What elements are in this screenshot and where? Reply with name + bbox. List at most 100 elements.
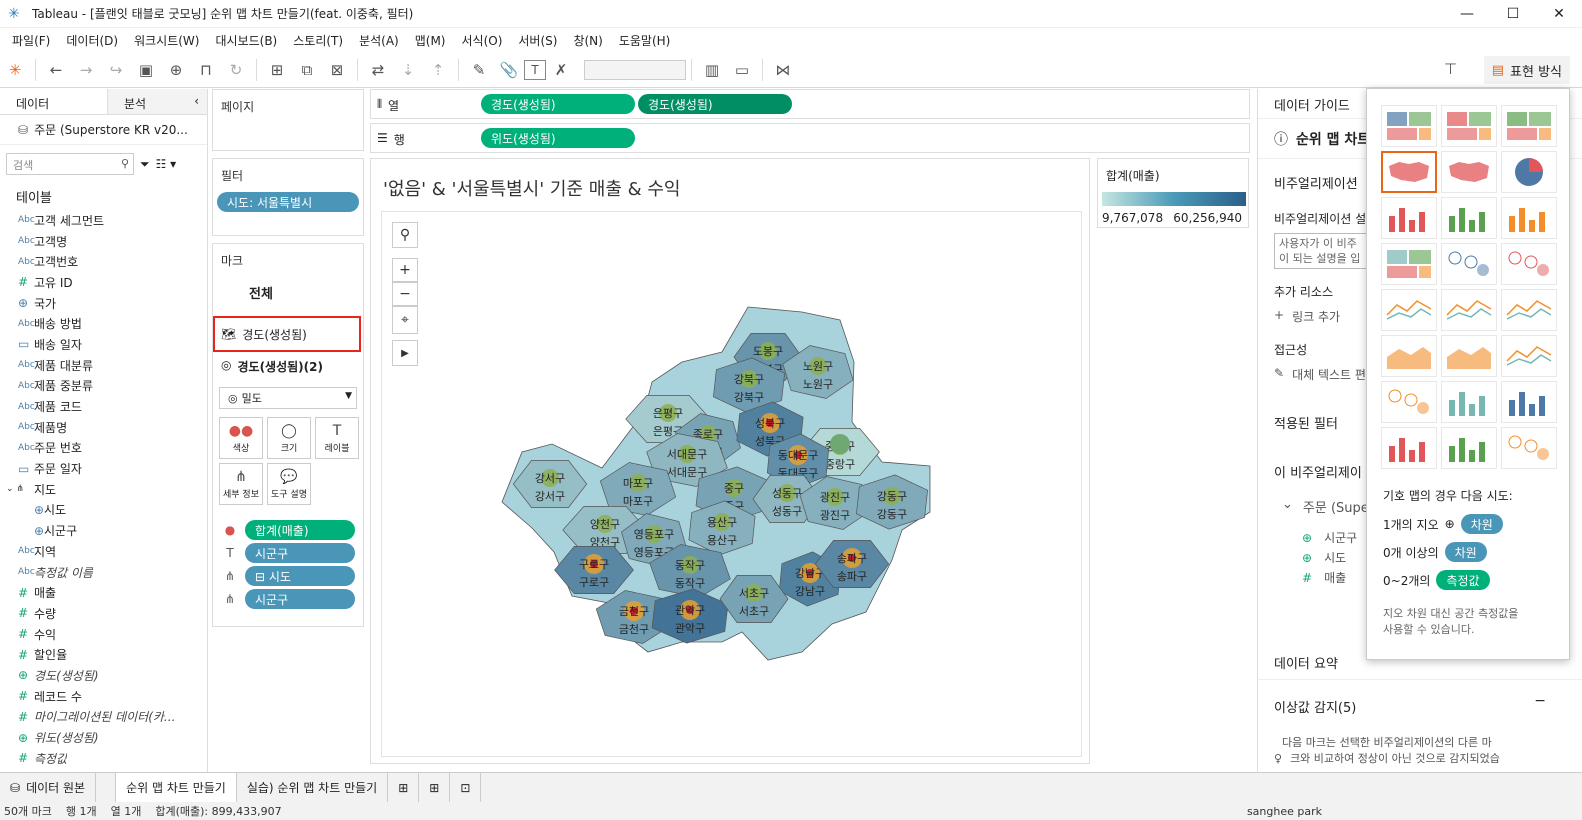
tab-data[interactable]: 데이터 bbox=[0, 89, 108, 114]
marks-all-layer[interactable]: 전체 bbox=[213, 277, 363, 302]
chart-type-pie[interactable] bbox=[1501, 151, 1557, 193]
menu-item[interactable]: 서식(O) bbox=[454, 32, 511, 49]
chart-type-scatter[interactable] bbox=[1381, 381, 1437, 423]
field-item[interactable]: ▭ 주문 일자 bbox=[0, 458, 207, 479]
columns-pill-lon-2[interactable]: 경도(생성됨) bbox=[638, 94, 792, 114]
save-icon[interactable]: ▣ bbox=[131, 56, 161, 84]
show-cards-icon[interactable]: ▥ bbox=[697, 56, 727, 84]
chart-type-box[interactable] bbox=[1501, 381, 1557, 423]
chart-type-stacked[interactable] bbox=[1441, 197, 1497, 239]
field-item[interactable]: # 마이그레이션된 데이터(카... bbox=[0, 707, 207, 728]
density-mark[interactable] bbox=[830, 434, 850, 454]
refresh-icon[interactable]: ↻ bbox=[221, 56, 251, 84]
filter-icon[interactable]: ⏷ bbox=[140, 157, 150, 172]
chart-type-hist[interactable] bbox=[1441, 381, 1497, 423]
field-item[interactable]: # 매출 bbox=[0, 582, 207, 603]
chart-type-heat[interactable] bbox=[1441, 105, 1497, 147]
menu-item[interactable]: 스토리(T) bbox=[285, 32, 351, 49]
tab-sheet-2[interactable]: 실습) 순위 맵 차트 만들기 bbox=[237, 772, 389, 803]
minimize-button[interactable]: — bbox=[1444, 0, 1490, 28]
menu-item[interactable]: 도움말(H) bbox=[611, 32, 679, 49]
field-item[interactable]: ⊕ 국가 bbox=[0, 293, 207, 314]
sort-asc-icon[interactable]: ⇣ bbox=[393, 56, 423, 84]
chart-type-bubbles[interactable] bbox=[1501, 427, 1557, 469]
menu-item[interactable]: 파일(F) bbox=[4, 32, 58, 49]
show-me-button[interactable]: ▤ 표현 방식 bbox=[1483, 56, 1570, 84]
mark-type-dropdown[interactable]: ◎ 밀도 ▼ bbox=[219, 387, 357, 409]
field-item[interactable]: ⊕ 시군구 bbox=[0, 520, 207, 541]
tab-sheet-1[interactable]: 순위 맵 차트 만들기 bbox=[116, 772, 237, 803]
field-item[interactable]: ▭ 배송 일자 bbox=[0, 334, 207, 355]
field-item[interactable]: ⊕ 위도(생성됨) bbox=[0, 727, 207, 748]
field-item[interactable]: ⊕ 경도(생성됨) bbox=[0, 665, 207, 686]
group-icon[interactable]: 📎 bbox=[494, 56, 524, 84]
share-icon[interactable]: ⋈ bbox=[768, 56, 798, 84]
chart-type-table[interactable] bbox=[1381, 105, 1437, 147]
chart-type-area2[interactable] bbox=[1441, 335, 1497, 377]
field-item[interactable]: Abc 주문 번호 bbox=[0, 438, 207, 459]
chart-type-hbar[interactable] bbox=[1381, 197, 1437, 239]
maximize-button[interactable]: ☐ bbox=[1490, 0, 1536, 28]
close-button[interactable]: ✕ bbox=[1536, 0, 1582, 28]
new-worksheet-tab-icon[interactable]: ⊞ bbox=[388, 772, 420, 803]
collapse-outliers-icon[interactable]: − bbox=[1534, 693, 1546, 709]
chart-type-circles[interactable] bbox=[1441, 243, 1497, 285]
rows-pill-lat[interactable]: 위도(생성됨) bbox=[481, 128, 635, 148]
menu-item[interactable]: 분석(A) bbox=[351, 32, 407, 49]
rows-shelf[interactable]: ☰ 행 위도(생성됨) bbox=[370, 123, 1250, 153]
field-item[interactable]: # 레코드 수 bbox=[0, 686, 207, 707]
menu-item[interactable]: 서버(S) bbox=[510, 32, 565, 49]
tab-data-source[interactable]: ⛁ 데이터 원본 bbox=[0, 772, 97, 803]
chart-type-map[interactable] bbox=[1441, 151, 1497, 193]
marks-layer-longitude[interactable]: 🗺 경도(생성됨) bbox=[213, 316, 361, 352]
field-item[interactable]: Abc 제품 대분류 bbox=[0, 355, 207, 376]
collapse-icon[interactable]: ‹ bbox=[194, 94, 199, 108]
datasource-item[interactable]: ⛁ 주문 (Superstore KR v20... bbox=[0, 115, 207, 145]
fix-axes-icon[interactable]: ✗ bbox=[546, 56, 576, 84]
field-item[interactable]: Abc 제품 코드 bbox=[0, 396, 207, 417]
presentation-icon[interactable]: ▭ bbox=[727, 56, 757, 84]
field-item[interactable]: Abc 측정값 이름 bbox=[0, 562, 207, 583]
user-name[interactable]: sanghee park bbox=[1247, 805, 1322, 818]
pause-updates-icon[interactable]: ⊓ bbox=[191, 56, 221, 84]
field-item[interactable]: Abc 지역 bbox=[0, 541, 207, 562]
marks-button[interactable]: ⋔ 세부 정보 bbox=[219, 463, 263, 505]
menu-item[interactable]: 맵(M) bbox=[407, 32, 454, 49]
field-item[interactable]: Abc 제품 중분류 bbox=[0, 376, 207, 397]
field-item[interactable]: Abc 고객 세그먼트 bbox=[0, 210, 207, 231]
chart-type-sidecircles[interactable] bbox=[1501, 243, 1557, 285]
field-item[interactable]: # 수익 bbox=[0, 624, 207, 645]
field-item[interactable]: # 측정값 bbox=[0, 748, 207, 769]
field-item[interactable]: # 할인율 bbox=[0, 644, 207, 665]
marks-field-pill[interactable]: 합계(매출) bbox=[245, 520, 355, 540]
field-item[interactable]: Abc 배송 방법 bbox=[0, 313, 207, 334]
chart-type-treemap[interactable] bbox=[1381, 243, 1437, 285]
menu-item[interactable]: 워크시트(W) bbox=[126, 32, 207, 49]
new-datasource-icon[interactable]: ⊕ bbox=[161, 56, 191, 84]
swap-icon[interactable]: ⇄ bbox=[363, 56, 393, 84]
new-story-tab-icon[interactable]: ⊡ bbox=[450, 772, 482, 803]
chart-type-area1[interactable] bbox=[1381, 335, 1437, 377]
menu-item[interactable]: 창(N) bbox=[565, 32, 610, 49]
marks-field-pill[interactable]: 시군구 bbox=[245, 543, 355, 563]
chart-type-line3[interactable] bbox=[1501, 289, 1557, 331]
fit-dropdown[interactable] bbox=[584, 59, 686, 80]
marks-field-pill[interactable]: ⊟ 시도 bbox=[245, 566, 355, 586]
field-item[interactable]: ⌄ ⋔ 지도 bbox=[0, 479, 207, 500]
chart-type-gantt[interactable] bbox=[1381, 427, 1437, 469]
sort-desc-icon[interactable]: ⇡ bbox=[423, 56, 453, 84]
marks-button[interactable]: ◯ 크기 bbox=[267, 417, 311, 459]
show-labels-icon[interactable]: T bbox=[524, 59, 546, 80]
menu-item[interactable]: 데이터(D) bbox=[58, 32, 126, 49]
redo-icon[interactable]: → bbox=[71, 56, 101, 84]
field-item[interactable]: # 고유 ID bbox=[0, 272, 207, 293]
replay-icon[interactable]: ↪ bbox=[101, 56, 131, 84]
chart-type-dual[interactable] bbox=[1501, 335, 1557, 377]
chart-type-map-sel[interactable] bbox=[1381, 151, 1437, 193]
new-dashboard-tab-icon[interactable]: ⊞ bbox=[419, 772, 451, 803]
color-legend[interactable]: 합계(매출) 9,767,078 60,256,940 bbox=[1097, 158, 1249, 228]
tableau-home-icon[interactable]: ✳ bbox=[0, 56, 30, 84]
undo-icon[interactable]: ← bbox=[41, 56, 71, 84]
field-item[interactable]: # 수량 bbox=[0, 603, 207, 624]
tab-analysis[interactable]: 분석 ‹ bbox=[108, 89, 207, 114]
